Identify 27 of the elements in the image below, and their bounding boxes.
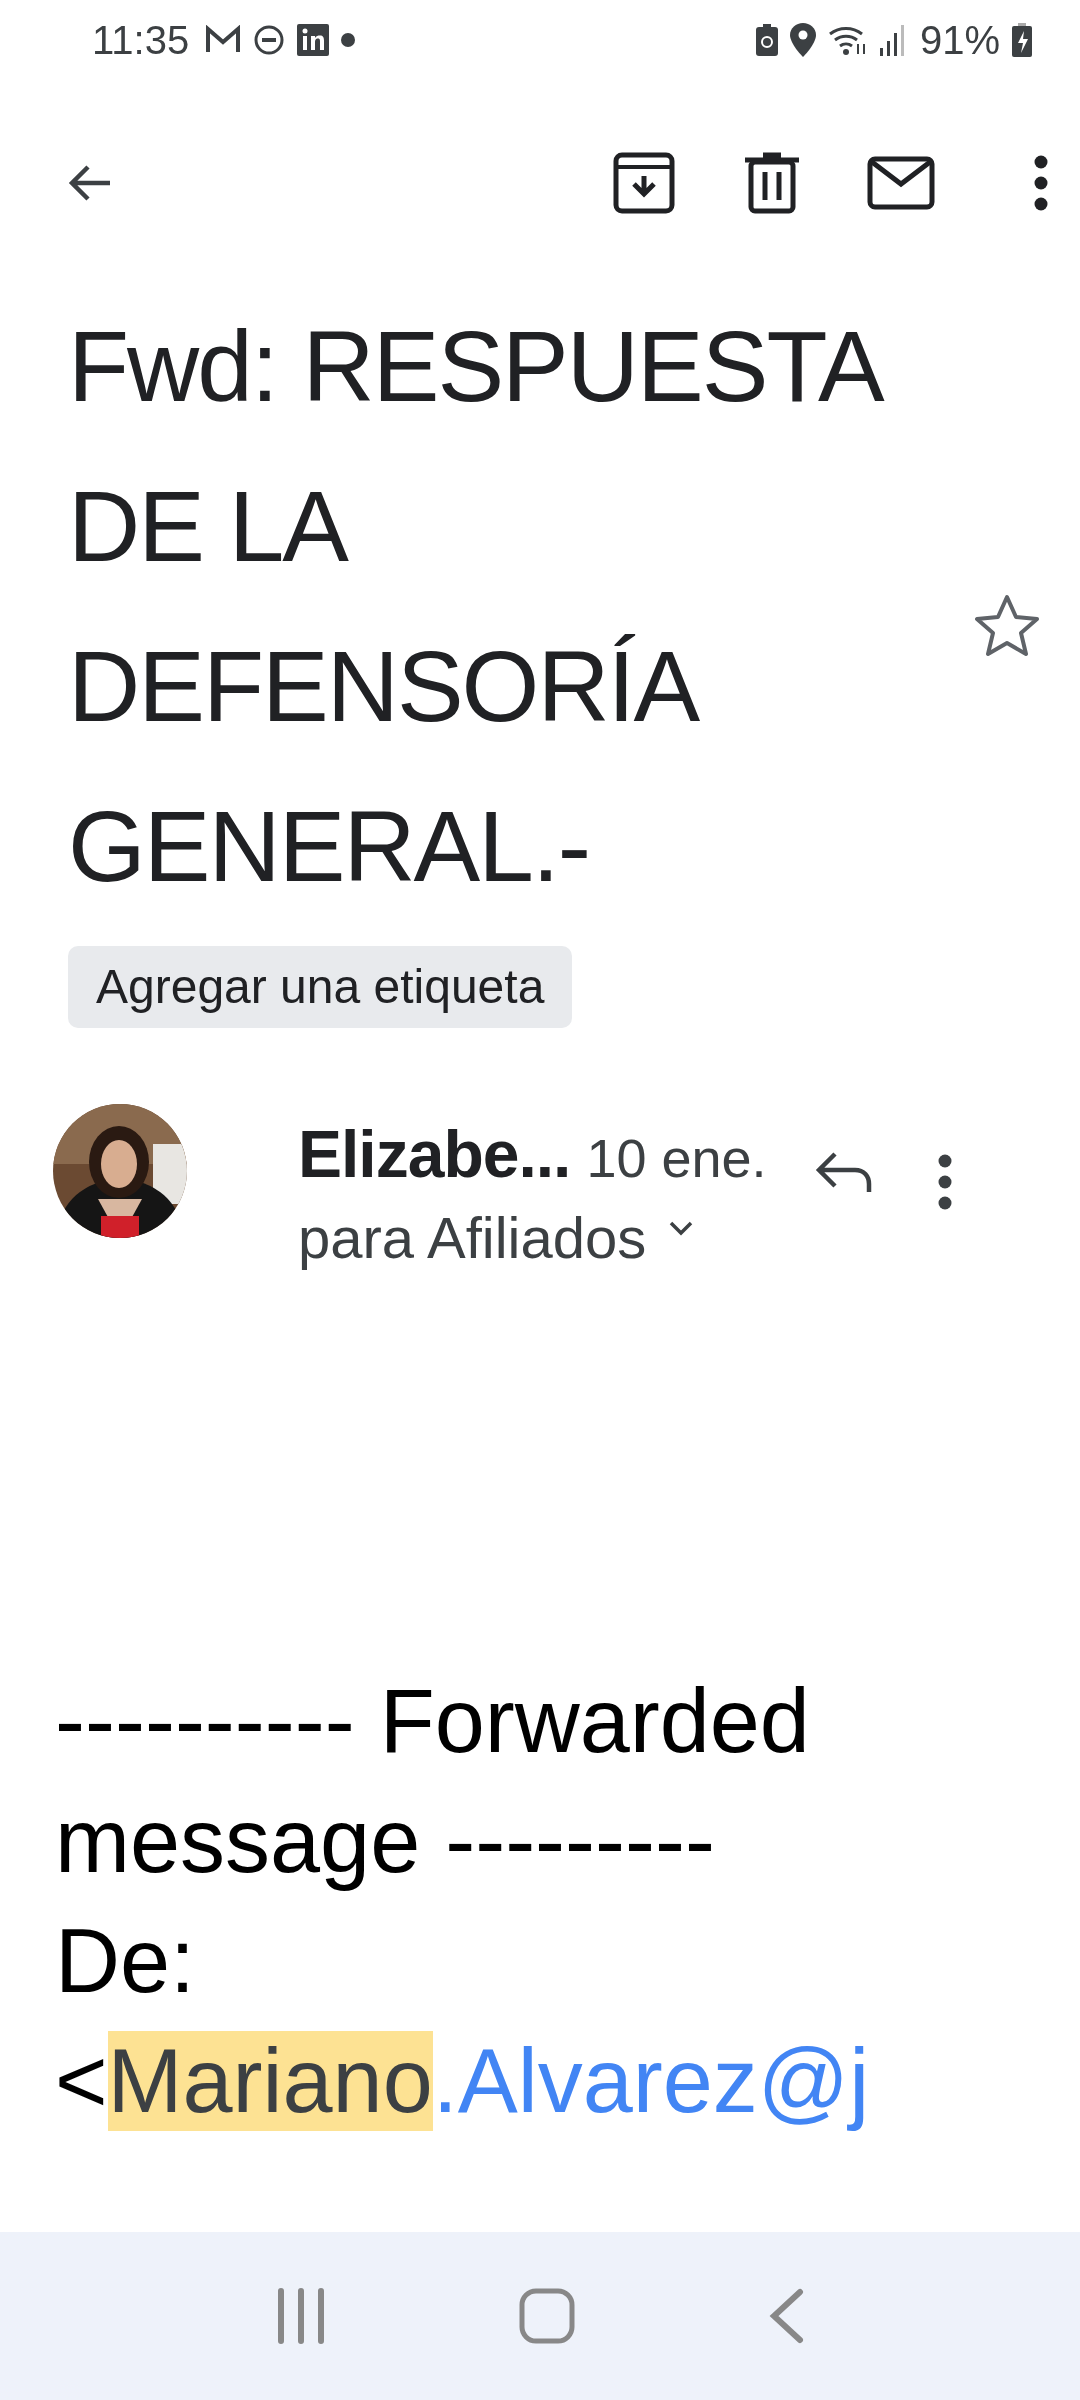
star-icon[interactable]	[974, 594, 1040, 658]
sender-name: Elizabe...	[298, 1116, 571, 1192]
recipients-toggle[interactable]: para Afiliados	[298, 1204, 767, 1271]
delete-icon[interactable]	[745, 152, 799, 214]
dot-icon	[341, 33, 356, 47]
more-options-icon[interactable]	[1033, 155, 1049, 211]
email-address: <Mariano.Alvarez@j	[55, 2030, 871, 2133]
do-not-disturb-icon	[253, 24, 286, 56]
add-label-button[interactable]: Agregar una etiqueta	[68, 946, 573, 1028]
app-icon	[297, 24, 330, 56]
mail-icon[interactable]	[867, 156, 935, 210]
recent-apps-icon[interactable]	[276, 2288, 327, 2344]
from-label: De:	[55, 1910, 197, 2013]
battery-charging-icon	[1012, 23, 1032, 57]
home-icon[interactable]	[519, 2288, 575, 2344]
message-date: 10 ene.	[586, 1127, 767, 1189]
wifi-icon	[827, 24, 868, 56]
location-icon	[789, 23, 816, 57]
mail-icon	[205, 25, 242, 55]
battery-saver-icon	[755, 24, 778, 56]
forwarded-header: ---------- Forwarded message ---------	[55, 1670, 811, 1893]
more-options-icon[interactable]	[936, 1154, 953, 1210]
email-subject: Fwd: RESPUESTA DE LA DEFENSORÍA GENERAL.-	[68, 309, 885, 904]
chevron-down-icon	[668, 1219, 695, 1236]
status-time: 11:35	[92, 17, 190, 63]
archive-icon[interactable]	[613, 152, 675, 214]
battery-percentage: 91%	[919, 17, 1000, 63]
